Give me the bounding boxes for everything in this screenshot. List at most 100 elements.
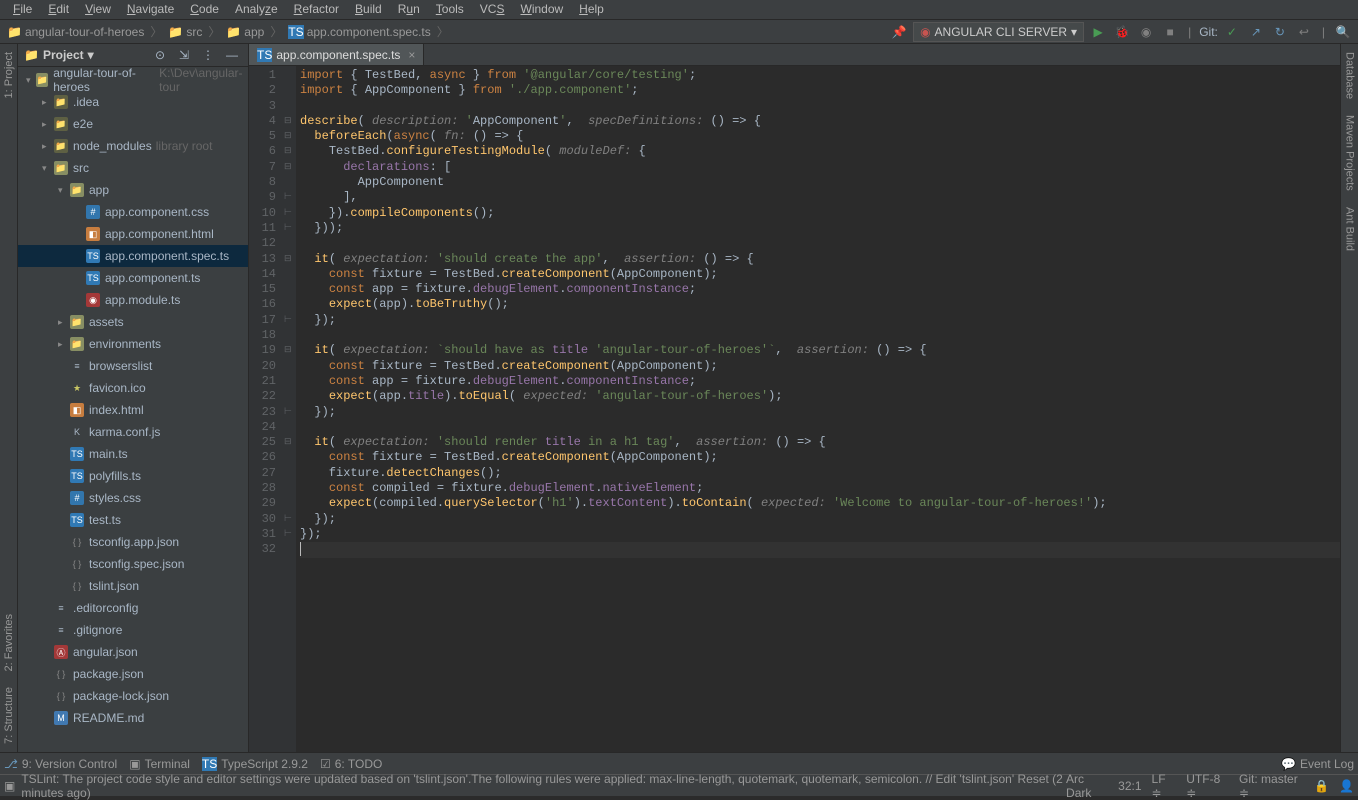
tree-item[interactable]: ▸📁node_moduleslibrary root — [18, 135, 248, 157]
tree-item[interactable]: { }package.json — [18, 663, 248, 685]
code-content[interactable]: import { TestBed, async } from '@angular… — [296, 66, 1340, 752]
tree-item[interactable]: Ⓐangular.json — [18, 641, 248, 663]
stop-button[interactable]: ■ — [1160, 22, 1180, 42]
git-revert-button[interactable]: ↩ — [1294, 22, 1314, 42]
inspector-icon[interactable]: 👤 — [1339, 779, 1354, 793]
tree-item[interactable]: ▸📁.idea — [18, 91, 248, 113]
favorites-tab[interactable]: 2: Favorites — [1, 606, 17, 679]
tree-item[interactable]: #app.component.css — [18, 201, 248, 223]
tree-item[interactable]: TSapp.component.spec.ts — [18, 245, 248, 267]
tree-item[interactable]: TSapp.component.ts — [18, 267, 248, 289]
tree-item[interactable]: ≡browserslist — [18, 355, 248, 377]
lock-icon[interactable]: 🔒 — [1314, 779, 1329, 793]
menu-view[interactable]: View — [77, 0, 119, 19]
project-tab[interactable]: 1: Project — [1, 44, 17, 106]
collapse-all-icon[interactable]: ⇲ — [174, 45, 194, 65]
tree-item[interactable]: { }tsconfig.app.json — [18, 531, 248, 553]
tree-item[interactable]: ▾📁angular-tour-of-heroesK:\Dev\angular-t… — [18, 69, 248, 91]
tree-item[interactable]: TStest.ts — [18, 509, 248, 531]
menu-build[interactable]: Build — [347, 0, 390, 19]
hide-panel-icon[interactable]: — — [222, 45, 242, 65]
encoding[interactable]: UTF-8 ≑ — [1186, 772, 1229, 800]
tree-item[interactable]: ★favicon.ico — [18, 377, 248, 399]
tree-item[interactable]: ◧app.component.html — [18, 223, 248, 245]
tree-item[interactable]: TSpolyfills.ts — [18, 465, 248, 487]
target-icon[interactable]: ⊙ — [150, 45, 170, 65]
tree-item[interactable]: Kkarma.conf.js — [18, 421, 248, 443]
debug-button[interactable]: 🐞 — [1112, 22, 1132, 42]
tree-item[interactable]: ▾📁src — [18, 157, 248, 179]
tree-item[interactable]: #styles.css — [18, 487, 248, 509]
code-editor[interactable]: 1234567891011121314151617181920212223242… — [249, 66, 1340, 752]
tree-item-label: polyfills.ts — [89, 469, 141, 483]
tree-item-label: angular.json — [73, 645, 138, 659]
module-icon: ◉ — [86, 293, 100, 307]
tree-item-label: index.html — [89, 403, 144, 417]
menu-tools[interactable]: Tools — [428, 0, 472, 19]
project-panel-title[interactable]: 📁 Project ▾ — [24, 48, 94, 62]
tree-item[interactable]: ▸📁e2e — [18, 113, 248, 135]
typescript-tab[interactable]: TSTypeScript 2.9.2 — [202, 757, 308, 771]
menu-vcs[interactable]: VCS — [472, 0, 513, 19]
tree-item-label: node_modules — [73, 139, 152, 153]
antbuild-tab[interactable]: Ant Build — [1342, 199, 1358, 259]
run-button[interactable]: ▶ — [1088, 22, 1108, 42]
chevron-down-icon: ▾ — [1071, 25, 1077, 39]
terminal-tab[interactable]: ▣Terminal — [129, 757, 190, 771]
tree-item[interactable]: ▾📁app — [18, 179, 248, 201]
settings-icon[interactable]: ⋮ — [198, 45, 218, 65]
git-update-button[interactable]: ✓ — [1222, 22, 1242, 42]
structure-tab[interactable]: 7: Structure — [1, 679, 17, 752]
menu-file[interactable]: File — [5, 0, 40, 19]
tree-item[interactable]: MREADME.md — [18, 707, 248, 729]
menu-help[interactable]: Help — [571, 0, 612, 19]
breadcrumb-file[interactable]: TS app.component.spec.ts — [286, 25, 432, 39]
menu-run[interactable]: Run — [390, 0, 428, 19]
database-tab[interactable]: Database — [1342, 44, 1358, 107]
todo-tab[interactable]: ☑6: TODO — [320, 757, 382, 771]
tree-item[interactable]: TSmain.ts — [18, 443, 248, 465]
git-branch[interactable]: Git: master ≑ — [1239, 772, 1304, 800]
git-commit-button[interactable]: ↗ — [1246, 22, 1266, 42]
close-icon[interactable]: × — [408, 48, 415, 62]
tree-item[interactable]: { }tsconfig.spec.json — [18, 553, 248, 575]
event-log-tab[interactable]: 💬Event Log — [1281, 757, 1354, 771]
maven-tab[interactable]: Maven Projects — [1342, 107, 1358, 199]
menu-analyze[interactable]: Analyze — [227, 0, 286, 19]
tree-item[interactable]: ≡.gitignore — [18, 619, 248, 641]
tree-item-label: package-lock.json — [73, 689, 169, 703]
tree-item[interactable]: ≡.editorconfig — [18, 597, 248, 619]
editor-tab[interactable]: TS app.component.spec.ts × — [249, 44, 424, 65]
menu-window[interactable]: Window — [512, 0, 571, 19]
menu-navigate[interactable]: Navigate — [119, 0, 182, 19]
menu-code[interactable]: Code — [182, 0, 227, 19]
run-config-dropdown[interactable]: ◉ ANGULAR CLI SERVER ▾ — [913, 22, 1084, 42]
menu-refactor[interactable]: Refactor — [286, 0, 347, 19]
line-separator[interactable]: LF ≑ — [1152, 772, 1177, 800]
theme-label[interactable]: Arc Dark — [1066, 772, 1108, 800]
pin-icon[interactable]: 📌 — [889, 22, 909, 42]
tree-item[interactable]: ◉app.module.ts — [18, 289, 248, 311]
breadcrumb-project[interactable]: 📁 angular-tour-of-heroes — [5, 25, 146, 39]
tree-item[interactable]: ▸📁environments — [18, 333, 248, 355]
angular-icon: ◉ — [920, 25, 930, 39]
toolbar: 📁 angular-tour-of-heroes 〉 📁 src 〉 📁 app… — [0, 20, 1358, 44]
git-history-button[interactable]: ↻ — [1270, 22, 1290, 42]
menu-edit[interactable]: Edit — [40, 0, 77, 19]
tree-item[interactable]: ◧index.html — [18, 399, 248, 421]
breadcrumb-src[interactable]: 📁 src — [166, 25, 204, 39]
cursor-pos: 32:1 — [1118, 779, 1141, 793]
tree-item[interactable]: ▸📁assets — [18, 311, 248, 333]
tree-item[interactable]: { }tslint.json — [18, 575, 248, 597]
coverage-button[interactable]: ◉ — [1136, 22, 1156, 42]
breadcrumb-app[interactable]: 📁 app — [224, 25, 266, 39]
fold-gutter[interactable]: ⊟⊟⊟⊟⊢⊢⊢⊟⊢⊟⊢⊟⊢⊢ — [284, 66, 296, 752]
search-button[interactable]: 🔍 — [1333, 22, 1353, 42]
tree-item[interactable]: { }package-lock.json — [18, 685, 248, 707]
karma-icon: K — [70, 425, 84, 439]
window-icon[interactable]: ▣ — [4, 779, 15, 793]
project-tree: ▾📁angular-tour-of-heroesK:\Dev\angular-t… — [18, 67, 248, 752]
run-config-label: ANGULAR CLI SERVER — [935, 25, 1068, 39]
version-control-tab[interactable]: ⎇9: Version Control — [4, 757, 117, 771]
tree-item-label: test.ts — [89, 513, 121, 527]
